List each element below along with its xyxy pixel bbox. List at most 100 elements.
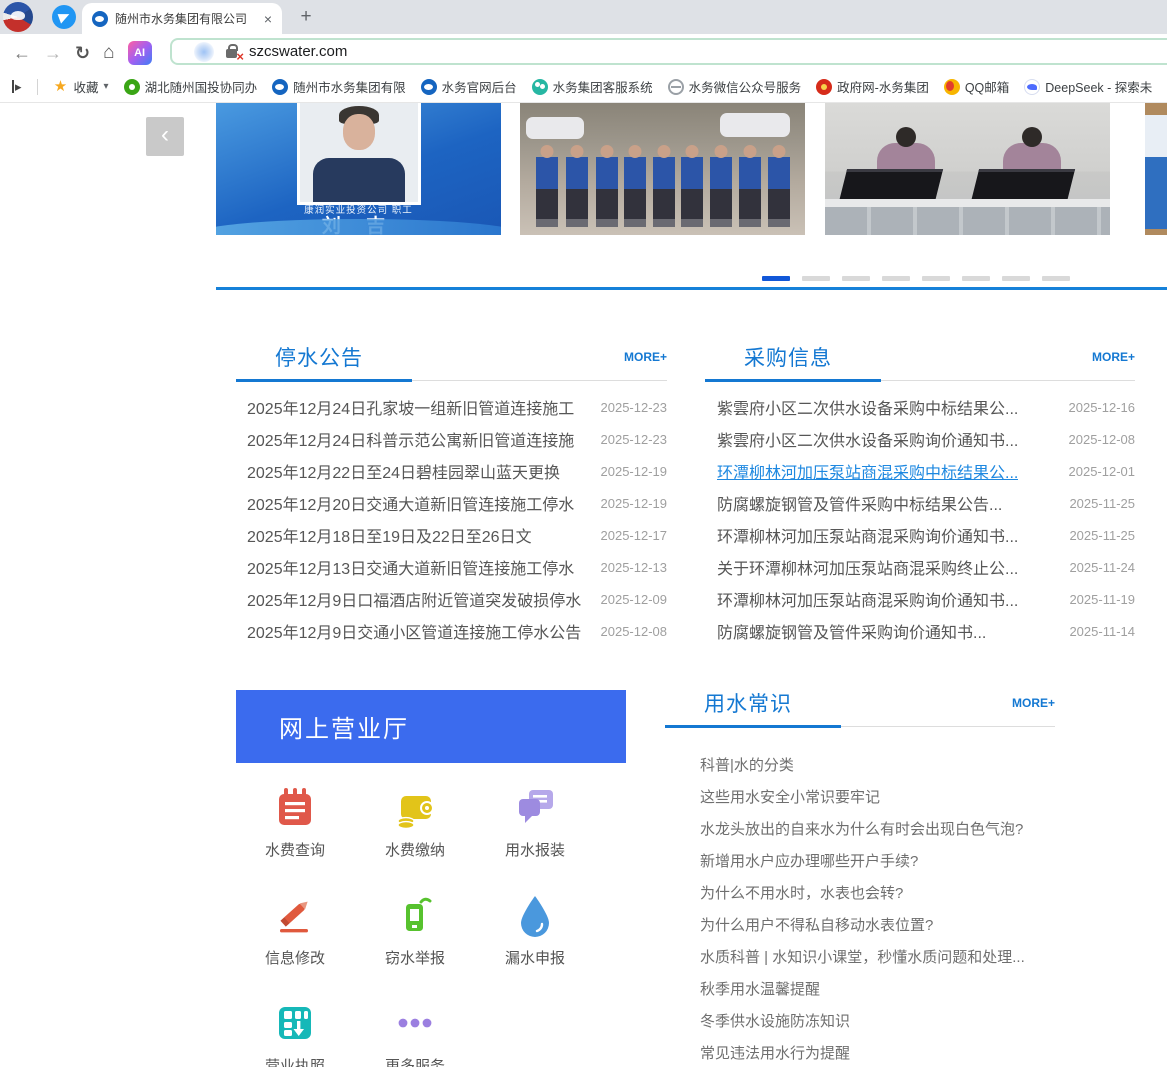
insecure-lock-icon[interactable]	[226, 49, 237, 58]
news-link[interactable]: 环潭柳林河加压泵站商混采购中标结果公...	[717, 459, 1018, 483]
active-tab[interactable]: 随州市水务集团有限公司 ×	[82, 3, 282, 34]
carousel-slide-group-photo[interactable]	[520, 103, 805, 235]
knowledge-link[interactable]: 常见违法用水行为提醒	[700, 1042, 850, 1063]
bookmark-item[interactable]: 政府网-水务集团	[816, 77, 929, 96]
carousel-dot[interactable]	[962, 276, 990, 281]
photo-detail	[720, 113, 790, 137]
new-tab-button[interactable]	[296, 7, 316, 27]
knowledge-link[interactable]: 为什么不用水时，水表也会转?	[700, 882, 903, 903]
news-link[interactable]: 2025年12月22日至24日碧桂园翠山蓝天更换	[247, 459, 560, 483]
news-link[interactable]: 2025年12月24日科普示范公寓新旧管道连接施	[247, 427, 574, 451]
knowledge-link[interactable]: 新增用水户应办理哪些开户手续?	[700, 850, 918, 871]
news-link[interactable]: 2025年12月24日孔家坡一组新旧管道连接施工	[247, 395, 574, 419]
tab-title: 随州市水务集团有限公司	[115, 10, 257, 27]
news-link[interactable]: 防腐螺旋钢管及管件采购询价通知书...	[717, 619, 986, 643]
knowledge-link[interactable]: 科普|水的分类	[700, 754, 794, 775]
header-underline	[705, 379, 881, 382]
photo-detail	[710, 145, 732, 227]
news-link[interactable]: 2025年12月20日交通大道新旧管连接施工停水	[247, 491, 574, 515]
carousel-dot[interactable]	[1002, 276, 1030, 281]
ai-assistant-icon[interactable]	[128, 41, 152, 65]
carousel-dot[interactable]	[802, 276, 830, 281]
procurement-title: 采购信息	[744, 342, 832, 372]
forward-button[interactable]	[44, 44, 62, 62]
service-item[interactable]: 用水报装	[475, 783, 595, 891]
employee-photo	[297, 103, 421, 205]
reload-button[interactable]	[75, 44, 90, 62]
procurement-list: 紫雲府小区二次供水设备采购中标结果公... 2025-12-16 紫雲府小区二次…	[705, 391, 1135, 647]
carousel-prev-button[interactable]	[146, 117, 184, 156]
carousel-slide-employee-card[interactable]: 康润实业投资公司 职工 刘 吉	[216, 103, 501, 235]
knowledge-link[interactable]: 冬季供水设施防冻知识	[700, 1010, 850, 1031]
carousel-dot[interactable]	[882, 276, 910, 281]
service-item[interactable]: 信息修改	[235, 891, 355, 999]
service-item[interactable]: 水费查询	[235, 783, 355, 891]
bookmark-item[interactable]: 随州市水务集团有限	[272, 77, 406, 96]
bookmark-item[interactable]: QQ邮箱	[944, 77, 1009, 96]
knowledge-link[interactable]: 秋季用水温馨提醒	[700, 978, 820, 999]
back-button[interactable]	[13, 44, 31, 62]
knowledge-link[interactable]: 水龙头放出的自来水为什么有时会出现白色气泡?	[700, 818, 1023, 839]
bookmark-item[interactable]: 湖北随州国投协同办	[124, 77, 258, 96]
knowledge-link[interactable]: 这些用水安全小常识要牢记	[700, 786, 880, 807]
knowledge-link[interactable]: 为什么用户不得私自移动水表位置?	[700, 914, 933, 935]
photo-detail	[825, 199, 1110, 207]
service-label: 用水报装	[505, 839, 565, 860]
news-link[interactable]: 关于环潭柳林河加压泵站商混采购终止公...	[717, 555, 1018, 579]
news-link[interactable]: 环潭柳林河加压泵站商混采购询价通知书...	[717, 523, 1018, 547]
service-item[interactable]: 窃水举报	[355, 891, 475, 999]
knowledge-section-header: 用水常识 MORE+	[665, 686, 1055, 730]
news-link[interactable]: 2025年12月18日至19日及22日至26日文	[247, 523, 532, 547]
sidebar-toggle-icon[interactable]	[12, 80, 22, 93]
bookmark-item[interactable]: 水务官网后台	[421, 77, 517, 96]
news-link[interactable]: 2025年12月13日交通大道新旧管连接施工停水	[247, 555, 574, 579]
service-label: 信息修改	[265, 947, 325, 968]
news-link[interactable]: 防腐螺旋钢管及管件采购中标结果公告...	[717, 491, 1002, 515]
carousel-dot[interactable]	[1042, 276, 1070, 281]
carousel-dot[interactable]	[842, 276, 870, 281]
news-link[interactable]: 2025年12月9日口福酒店附近管道突发破损停水	[247, 587, 581, 611]
knowledge-link[interactable]: 水质科普 | 水知识小课堂，秒懂水质问题和处理...	[700, 946, 1025, 967]
header-underline	[665, 725, 841, 728]
news-date: 2025-11-25	[1069, 528, 1135, 543]
service-item[interactable]: 更多服务	[355, 999, 475, 1067]
carousel-dot[interactable]	[922, 276, 950, 281]
service-item[interactable]: 营业执照	[235, 999, 355, 1067]
carousel-dot[interactable]	[762, 276, 790, 281]
news-date: 2025-11-24	[1069, 560, 1135, 575]
knowledge-more-link[interactable]: MORE+	[1012, 696, 1055, 710]
service-item[interactable]: 水费缴纳	[355, 783, 475, 891]
pencil-icon	[271, 891, 319, 939]
drop-icon	[511, 891, 559, 939]
outage-list: 2025年12月24日孔家坡一组新旧管道连接施工 2025-12-23 2025…	[236, 391, 667, 647]
bookmark-item[interactable]: 水务集团客服系统	[532, 77, 653, 96]
favorites-menu[interactable]: 收藏	[53, 77, 109, 96]
service-item[interactable]: 漏水申报	[475, 891, 595, 999]
news-link[interactable]: 紫雲府小区二次供水设备采购询价通知书...	[717, 427, 1018, 451]
news-date: 2025-11-19	[1069, 592, 1135, 607]
tab-close-icon[interactable]: ×	[264, 12, 272, 26]
address-bar[interactable]: szcswater.com	[170, 38, 1167, 65]
news-date: 2025-12-23	[601, 400, 668, 415]
send-shortcut-icon[interactable]	[52, 5, 76, 29]
news-link[interactable]: 环潭柳林河加压泵站商混采购询价通知书...	[717, 587, 1018, 611]
carousel-slide-office-photo[interactable]	[825, 103, 1110, 235]
bookmark-item[interactable]: 水务微信公众号服务	[668, 77, 802, 96]
more-dots-icon	[391, 999, 439, 1047]
section-divider	[216, 287, 1167, 290]
service-label: 窃水举报	[385, 947, 445, 968]
online-hall-banner[interactable]: 网上营业厅	[236, 690, 626, 763]
carousel-slide-poster-photo[interactable]	[1145, 103, 1167, 235]
url-text[interactable]: szcswater.com	[249, 43, 347, 60]
outage-more-link[interactable]: MORE+	[624, 350, 667, 364]
procurement-more-link[interactable]: MORE+	[1092, 350, 1135, 364]
home-button[interactable]	[103, 43, 114, 62]
chat-icon	[511, 783, 559, 831]
extension-glow-icon[interactable]	[194, 42, 214, 62]
news-link[interactable]: 紫雲府小区二次供水设备采购中标结果公...	[717, 395, 1018, 419]
bookmark-label: 湖北随州国投协同办	[145, 77, 258, 96]
knowledge-row: 为什么不用水时，水表也会转?	[700, 876, 1060, 908]
news-link[interactable]: 2025年12月9日交通小区管道连接施工停水公告	[247, 619, 581, 643]
header-underline	[881, 380, 1135, 381]
bookmark-item[interactable]: DeepSeek - 探索未	[1024, 77, 1152, 96]
